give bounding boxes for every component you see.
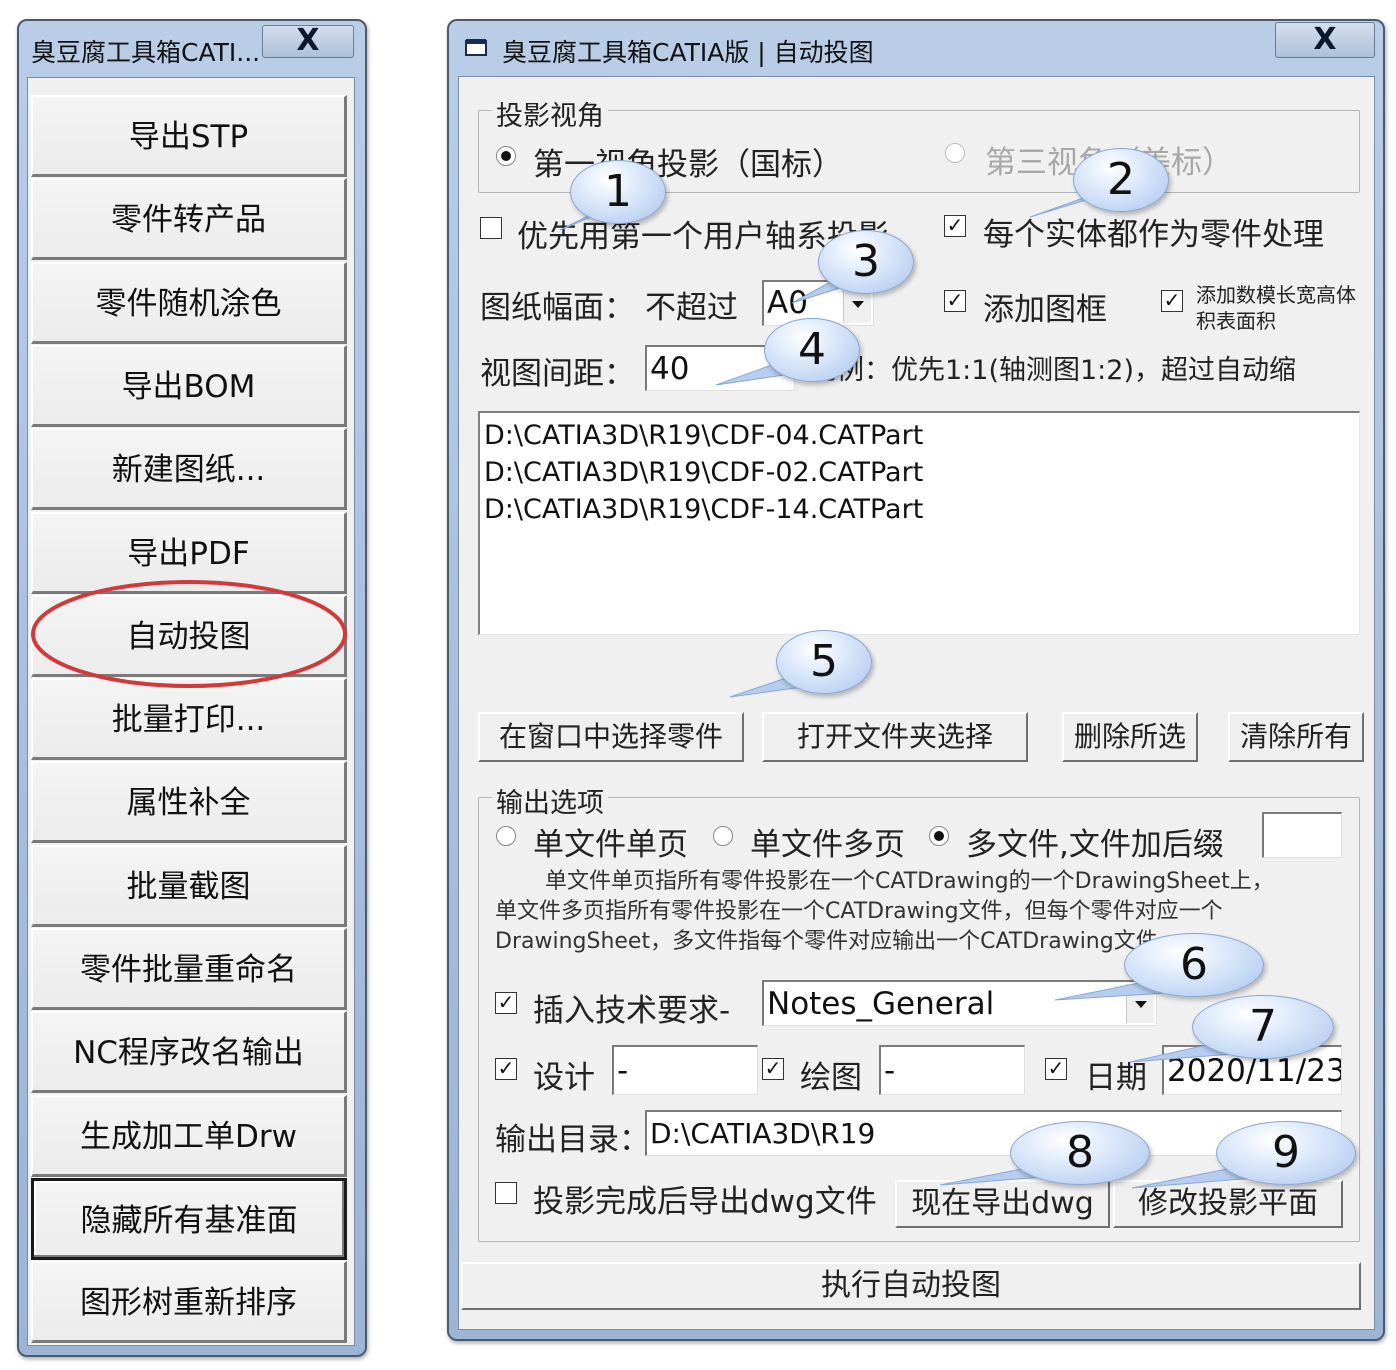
single-file-single-page-radio[interactable]: [496, 826, 516, 846]
callout-8: 8: [1010, 1121, 1150, 1185]
drawing-label: 绘图: [800, 1060, 862, 1096]
window-app-icon: [465, 38, 487, 56]
add-frame-label: 添加图框: [983, 292, 1107, 328]
tool-button-10[interactable]: 批量截图: [31, 844, 347, 927]
tool-button-12[interactable]: NC程序改名输出: [31, 1011, 347, 1094]
paper-size-label: 图纸幅面：: [480, 290, 635, 326]
tool-button-4[interactable]: 导出BOM: [31, 344, 347, 427]
add-dims-label-line1: 添加数模长宽高体: [1196, 283, 1356, 307]
execute-button[interactable]: 执行自动投图: [461, 1262, 1361, 1310]
callout-5: 5: [776, 630, 872, 694]
tool-button-15[interactable]: 图形树重新排序: [31, 1261, 347, 1344]
view-spacing-label: 视图间距：: [480, 356, 635, 392]
tool-button-5[interactable]: 新建图纸...: [31, 428, 347, 511]
modify-plane-button[interactable]: 修改投影平面: [1113, 1180, 1343, 1228]
output-dir-label: 输出目录：: [495, 1122, 650, 1158]
list-item[interactable]: D:\CATIA3D\R19\CDF-14.CATPart: [480, 491, 1359, 528]
design-label: 设计: [533, 1060, 595, 1096]
projection-group-label: 投影视角: [492, 94, 608, 133]
highlight-ellipse: [31, 580, 347, 688]
tool-button-3[interactable]: 零件随机涂色: [31, 261, 347, 344]
tool-button-9[interactable]: 属性补全: [31, 761, 347, 844]
multi-file-suffix-label: 多文件,文件加后缀: [966, 827, 1224, 863]
list-item[interactable]: D:\CATIA3D\R19\CDF-02.CATPart: [480, 454, 1359, 491]
not-exceed-label: 不超过: [645, 290, 738, 326]
each-body-label: 每个实体都作为零件处理: [983, 217, 1324, 253]
date-checkbox[interactable]: ✓: [1045, 1058, 1067, 1080]
tool-button-2[interactable]: 零件转产品: [31, 178, 347, 261]
drawing-input[interactable]: -: [879, 1045, 1025, 1095]
callout-9: 9: [1216, 1121, 1356, 1185]
add-dims-checkbox[interactable]: ✓: [1161, 290, 1183, 312]
output-desc-line2: 单文件多页指所有零件投影在一个CATDrawing文件，但每个零件对应一个: [495, 899, 1223, 924]
third-angle-radio[interactable]: [945, 143, 965, 163]
tool-button-14[interactable]: 隐藏所有基准面: [31, 1177, 347, 1260]
notes-template-combo[interactable]: Notes_General: [762, 980, 1157, 1026]
toolbox-close-button[interactable]: X: [262, 25, 354, 58]
open-folder-button[interactable]: 打开文件夹选择: [762, 712, 1028, 762]
output-desc-line3: DrawingSheet，多文件指每个零件对应输出一个CATDrawing文件: [495, 929, 1158, 954]
tool-button-1[interactable]: 导出STP: [31, 95, 347, 177]
callout-7: 7: [1192, 995, 1334, 1059]
single-file-multi-page-radio[interactable]: [713, 826, 733, 846]
output-group-label: 输出选项: [492, 781, 608, 820]
callout-2: 2: [1073, 148, 1169, 212]
export-dwg-after-checkbox[interactable]: [495, 1182, 517, 1204]
main-close-button[interactable]: X: [1275, 22, 1375, 58]
callout-4: 4: [764, 318, 860, 382]
add-frame-checkbox[interactable]: ✓: [944, 290, 966, 312]
add-dims-label-line2: 积表面积: [1196, 309, 1276, 333]
multi-file-suffix-radio[interactable]: [929, 826, 949, 846]
insert-notes-checkbox[interactable]: ✓: [495, 992, 517, 1014]
tool-button-13[interactable]: 生成加工单Drw: [31, 1094, 347, 1177]
scale-info-text: 比例：优先1:1(轴测图1:2)，超过自动缩: [810, 355, 1296, 386]
list-item[interactable]: D:\CATIA3D\R19\CDF-04.CATPart: [480, 417, 1359, 454]
suffix-input[interactable]: [1262, 812, 1342, 858]
file-list[interactable]: D:\CATIA3D\R19\CDF-04.CATPart D:\CATIA3D\…: [478, 411, 1360, 635]
insert-notes-label: 插入技术要求-: [533, 993, 731, 1029]
drawing-checkbox[interactable]: ✓: [762, 1058, 784, 1080]
main-title: 臭豆腐工具箱CATIA版 | 自动投图: [502, 38, 874, 67]
toolbox-title: 臭豆腐工具箱CATI...: [31, 38, 261, 67]
tool-button-11[interactable]: 零件批量重命名: [31, 928, 347, 1010]
callout-1: 1: [570, 160, 666, 224]
paper-size-value: A0: [767, 285, 808, 321]
export-dwg-after-label: 投影完成后导出dwg文件: [533, 1184, 877, 1220]
each-body-checkbox[interactable]: ✓: [944, 215, 966, 237]
single-file-multi-page-label: 单文件多页: [750, 827, 905, 863]
date-label: 日期: [1085, 1060, 1147, 1096]
design-checkbox[interactable]: ✓: [495, 1058, 517, 1080]
callout-6: 6: [1124, 933, 1264, 997]
clear-all-button[interactable]: 清除所有: [1228, 712, 1364, 762]
use-first-axis-checkbox[interactable]: [480, 217, 502, 239]
output-desc-line1: 单文件单页指所有零件投影在一个CATDrawing的一个DrawingSheet…: [545, 869, 1274, 894]
select-in-window-button[interactable]: 在窗口中选择零件: [478, 712, 744, 762]
design-input[interactable]: -: [612, 1045, 758, 1095]
callout-3: 3: [818, 230, 914, 294]
delete-selected-button[interactable]: 删除所选: [1062, 712, 1198, 762]
export-dwg-now-button[interactable]: 现在导出dwg: [895, 1180, 1110, 1228]
first-angle-radio[interactable]: [496, 146, 516, 166]
single-file-single-page-label: 单文件单页: [533, 827, 688, 863]
